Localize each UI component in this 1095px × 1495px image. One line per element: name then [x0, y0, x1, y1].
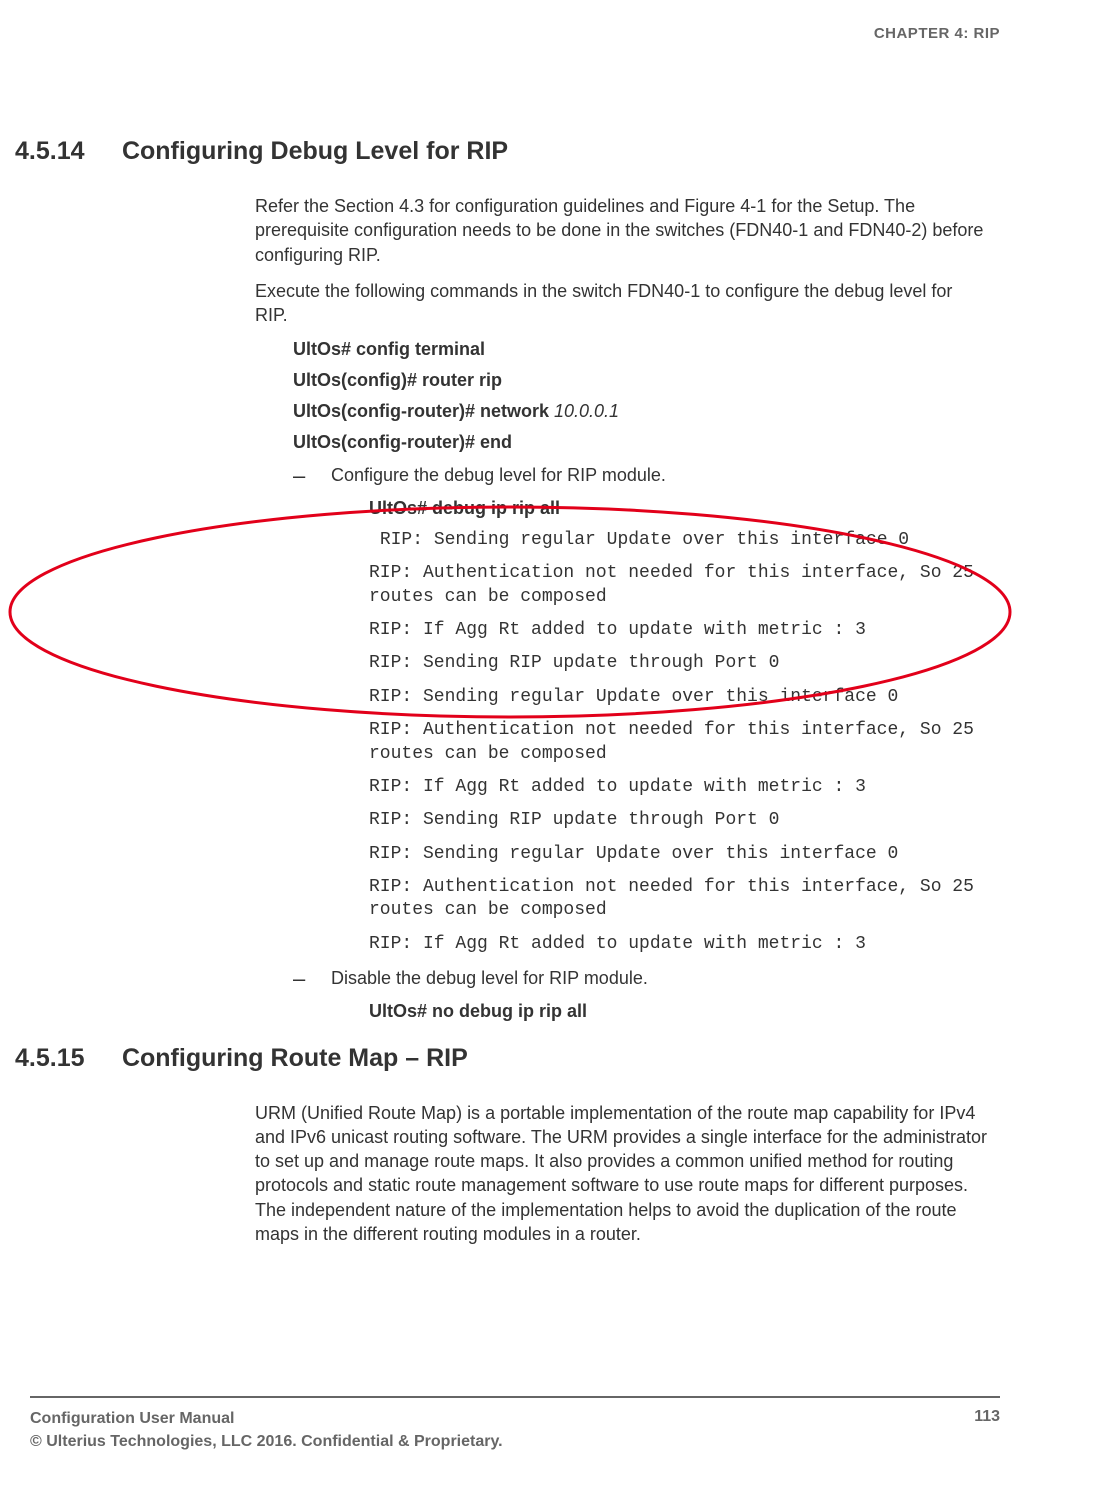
section-heading-4-5-15: 4.5.15 Configuring Route Map – RIP: [15, 1044, 1000, 1073]
list-item: – Configure the debug level for RIP modu…: [293, 463, 990, 487]
command-list: UltOs# config terminal UltOs(config)# ro…: [293, 339, 990, 1021]
footer-copyright: © Ulterius Technologies, LLC 2016. Confi…: [30, 1431, 503, 1453]
output-line: RIP: Sending regular Update over this in…: [369, 686, 990, 709]
cli-command: UltOs# config terminal: [293, 339, 990, 360]
page-footer: Configuration User Manual © Ulterius Tec…: [30, 1396, 1000, 1453]
cli-command: UltOs# no debug ip rip all: [369, 1001, 990, 1022]
section-number: 4.5.14: [15, 137, 115, 166]
output-line: RIP: If Agg Rt added to update with metr…: [369, 776, 990, 799]
cli-command-arg: 10.0.0.1: [554, 401, 619, 421]
output-line: RIP: If Agg Rt added to update with metr…: [369, 619, 990, 642]
cli-command-prefix: UltOs(config-router)# network: [293, 401, 554, 421]
output-line: RIP: Authentication not needed for this …: [369, 876, 990, 923]
output-line: RIP: Sending regular Update over this in…: [369, 843, 990, 866]
output-line: RIP: Sending regular Update over this in…: [369, 529, 990, 552]
output-line: RIP: Authentication not needed for this …: [369, 719, 990, 766]
terminal-output: RIP: Sending regular Update over this in…: [369, 529, 990, 956]
section-body-4-5-15: URM (Unified Route Map) is a portable im…: [255, 1101, 990, 1247]
section-body-4-5-14: Refer the Section 4.3 for configuration …: [255, 194, 990, 1022]
chapter-label: CHAPTER 4: RIP: [874, 25, 1000, 42]
section-title: Configuring Debug Level for RIP: [122, 137, 508, 165]
cli-command: UltOs(config-router)# network 10.0.0.1: [293, 401, 990, 422]
section-number: 4.5.15: [15, 1044, 115, 1073]
output-line: RIP: If Agg Rt added to update with metr…: [369, 933, 990, 956]
dash-bullet-icon: –: [293, 463, 331, 487]
page-header: CHAPTER 4: RIP: [30, 25, 1000, 42]
cli-command: UltOs(config)# router rip: [293, 370, 990, 391]
list-item-text: Disable the debug level for RIP module.: [331, 966, 648, 990]
section-heading-4-5-14: 4.5.14 Configuring Debug Level for RIP: [15, 137, 1000, 166]
list-item: – Disable the debug level for RIP module…: [293, 966, 990, 990]
output-line: RIP: Authentication not needed for this …: [369, 562, 990, 609]
footer-page-number: 113: [974, 1408, 1000, 1453]
output-line: RIP: Sending RIP update through Port 0: [369, 809, 990, 832]
output-line: RIP: Sending RIP update through Port 0: [369, 652, 990, 675]
dash-bullet-icon: –: [293, 966, 331, 990]
list-item-text: Configure the debug level for RIP module…: [331, 463, 666, 487]
cli-command: UltOs# debug ip rip all: [369, 498, 990, 519]
section-title: Configuring Route Map – RIP: [122, 1044, 468, 1072]
paragraph: Refer the Section 4.3 for configuration …: [255, 194, 990, 267]
paragraph: URM (Unified Route Map) is a portable im…: [255, 1101, 990, 1247]
footer-doc-title: Configuration User Manual: [30, 1408, 503, 1430]
cli-command: UltOs(config-router)# end: [293, 432, 990, 453]
paragraph: Execute the following commands in the sw…: [255, 279, 990, 328]
footer-left: Configuration User Manual © Ulterius Tec…: [30, 1408, 503, 1453]
